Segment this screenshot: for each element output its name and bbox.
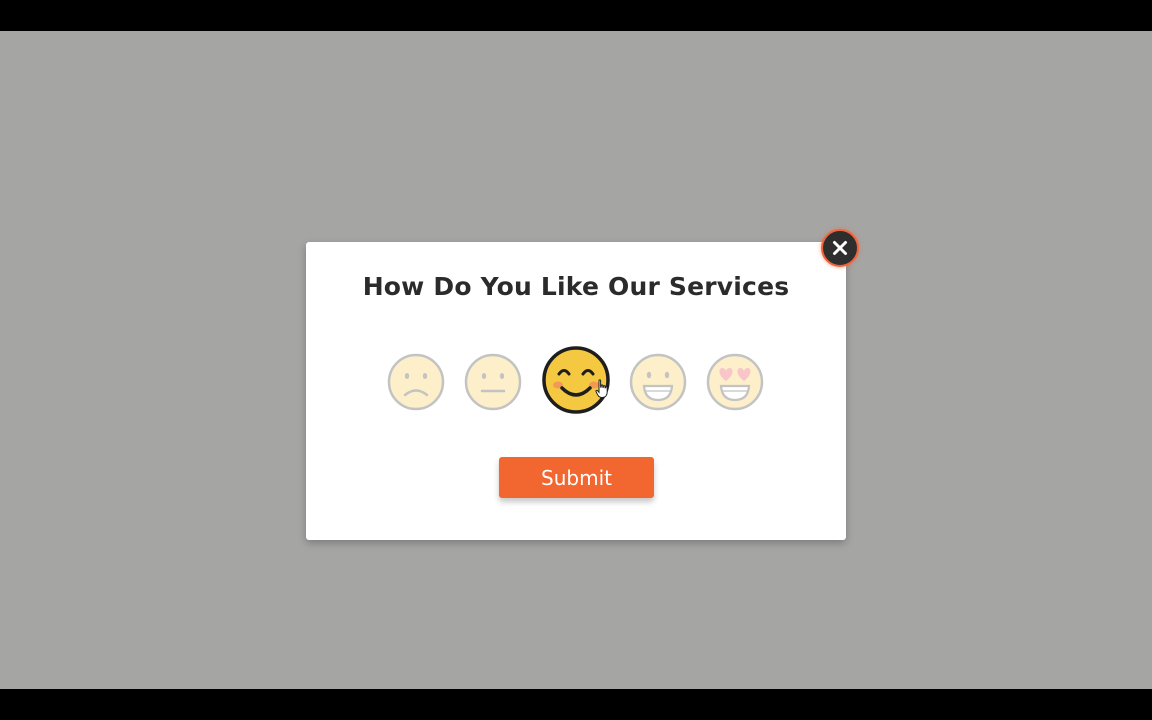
letterbox-top: [0, 0, 1152, 31]
heart-eyes-face-icon[interactable]: [706, 353, 764, 411]
neutral-face-icon[interactable]: [464, 353, 522, 411]
close-button[interactable]: [821, 229, 859, 267]
letterbox-bottom: [0, 689, 1152, 720]
submit-button[interactable]: Submit: [499, 457, 654, 498]
grinning-face-icon[interactable]: [629, 353, 687, 411]
close-icon: [833, 241, 847, 255]
sad-face-icon[interactable]: [387, 353, 445, 411]
feedback-dialog: How Do You Like Our Services Submit: [306, 242, 846, 540]
hand-pointer-icon: [595, 379, 608, 398]
